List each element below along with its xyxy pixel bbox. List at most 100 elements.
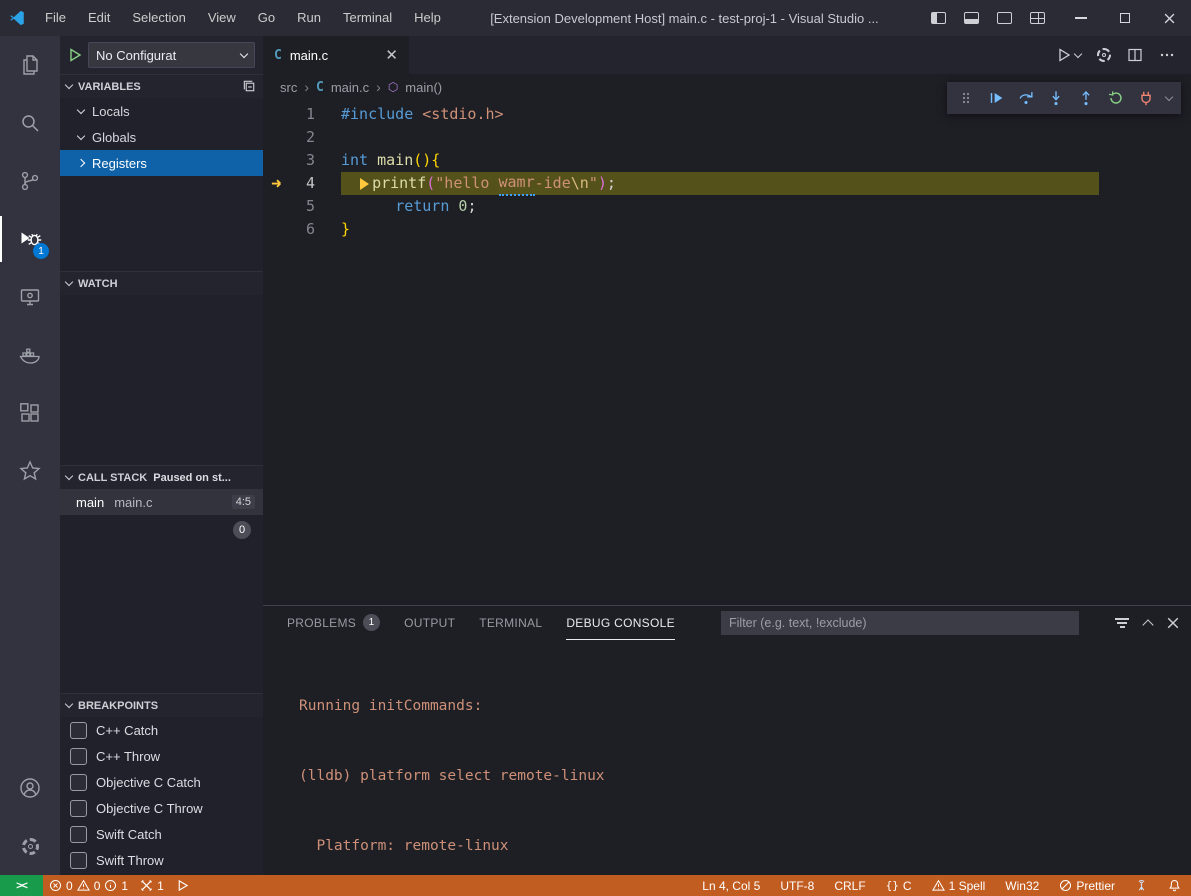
activity-docker[interactable] xyxy=(0,326,60,384)
activity-run-debug[interactable]: 1 xyxy=(0,210,60,268)
debug-sidebar: No Configurat VARIABLES Locals Globals R… xyxy=(60,36,263,875)
chevron-down-icon xyxy=(240,49,248,57)
start-debugging-icon[interactable] xyxy=(68,48,82,62)
target-platform[interactable]: Win32 xyxy=(995,875,1049,896)
breakpoint-item[interactable]: C++ Throw xyxy=(60,743,263,769)
variables-group-locals[interactable]: Locals xyxy=(60,98,263,124)
spell-checker-status[interactable]: 1 Spell xyxy=(922,875,996,896)
collapse-all-icon[interactable] xyxy=(242,79,257,94)
continue-button[interactable] xyxy=(982,85,1009,111)
maximize-button[interactable] xyxy=(1103,0,1147,36)
activity-source-control[interactable] xyxy=(0,152,60,210)
tab-output[interactable]: OUTPUT xyxy=(404,606,455,640)
broadcast-status[interactable] xyxy=(1125,875,1158,896)
breakpoint-checkbox[interactable] xyxy=(70,748,87,765)
breakpoint-item[interactable]: Objective C Catch xyxy=(60,769,263,795)
problems-status[interactable]: 0 0 1 xyxy=(43,875,134,896)
breakpoint-checkbox[interactable] xyxy=(70,852,87,869)
watch-section-header[interactable]: WATCH xyxy=(60,271,263,295)
minimize-button[interactable] xyxy=(1059,0,1103,36)
activity-accounts[interactable] xyxy=(0,759,60,817)
restart-button[interactable] xyxy=(1102,85,1129,111)
activity-search[interactable] xyxy=(0,94,60,152)
code-editor[interactable]: 1 #include <stdio.h> 2 3 int main(){ 4 p… xyxy=(263,100,1191,605)
tab-debug-console[interactable]: DEBUG CONSOLE xyxy=(566,606,675,640)
variables-group-registers[interactable]: Registers xyxy=(60,150,263,176)
close-button[interactable] xyxy=(1147,0,1191,36)
formatter-status[interactable]: Prettier xyxy=(1049,875,1125,896)
menu-view[interactable]: View xyxy=(197,0,247,36)
step-over-button[interactable] xyxy=(1012,85,1039,111)
run-or-debug-button[interactable] xyxy=(1056,47,1081,63)
disconnect-dropdown[interactable] xyxy=(1162,85,1176,111)
menu-terminal[interactable]: Terminal xyxy=(332,0,403,36)
customize-layout-icon[interactable] xyxy=(1030,12,1045,24)
split-editor-icon[interactable] xyxy=(1127,47,1143,63)
menu-edit[interactable]: Edit xyxy=(77,0,121,36)
variables-group-globals[interactable]: Globals xyxy=(60,124,263,150)
activity-remote-explorer[interactable] xyxy=(0,268,60,326)
eol-indicator[interactable]: CRLF xyxy=(824,875,875,896)
tab-terminal[interactable]: TERMINAL xyxy=(479,606,542,640)
breakpoint-checkbox[interactable] xyxy=(70,722,87,739)
breakpoint-margin[interactable] xyxy=(263,149,291,172)
breadcrumb-file[interactable]: main.c xyxy=(331,80,369,95)
variables-section-header[interactable]: VARIABLES xyxy=(60,74,263,98)
step-out-button[interactable] xyxy=(1072,85,1099,111)
code-token: } xyxy=(341,218,350,241)
disconnect-button[interactable] xyxy=(1132,85,1159,111)
encoding-indicator[interactable]: UTF-8 xyxy=(770,875,824,896)
toggle-sidebar-icon[interactable] xyxy=(931,12,946,24)
toggle-panel-icon[interactable] xyxy=(964,12,979,24)
breakpoint-checkbox[interactable] xyxy=(70,826,87,843)
filter-icon[interactable] xyxy=(1115,616,1129,631)
tab-main-c[interactable]: C main.c ✕ xyxy=(263,36,409,74)
call-stack-section-header[interactable]: CALL STACK Paused on st... xyxy=(60,465,263,489)
breakpoint-checkbox[interactable] xyxy=(70,800,87,817)
more-actions-icon[interactable] xyxy=(1159,47,1175,63)
tools-status[interactable]: 1 xyxy=(134,875,170,896)
maximize-panel-icon[interactable] xyxy=(1142,619,1153,630)
panel-header: PROBLEMS 1 OUTPUT TERMINAL DEBUG CONSOLE xyxy=(263,606,1191,640)
breakpoint-item[interactable]: Swift Catch xyxy=(60,821,263,847)
activity-settings[interactable] xyxy=(0,817,60,875)
menu-file[interactable]: File xyxy=(34,0,77,36)
breakpoint-margin[interactable] xyxy=(263,103,291,126)
notifications-status[interactable] xyxy=(1158,875,1191,896)
step-into-button[interactable] xyxy=(1042,85,1069,111)
language-mode[interactable]: {} C xyxy=(876,875,922,896)
close-panel-icon[interactable] xyxy=(1167,617,1179,629)
breakpoints-section-header[interactable]: BREAKPOINTS xyxy=(60,693,263,717)
toggle-secondary-sidebar-icon[interactable] xyxy=(997,12,1012,24)
breakpoint-margin[interactable] xyxy=(263,195,291,218)
debug-configuration-dropdown[interactable]: No Configurat xyxy=(88,42,255,68)
settings-gear-icon[interactable] xyxy=(1097,48,1111,62)
breakpoint-checkbox[interactable] xyxy=(70,774,87,791)
breakpoint-item[interactable]: Swift Throw xyxy=(60,847,263,873)
remote-icon: >< xyxy=(16,880,27,892)
remote-indicator[interactable]: >< xyxy=(0,875,43,896)
activity-explorer[interactable] xyxy=(0,36,60,94)
breakpoint-item[interactable]: C++ Catch xyxy=(60,717,263,743)
tab-close-icon[interactable]: ✕ xyxy=(385,46,398,64)
menu-help[interactable]: Help xyxy=(403,0,452,36)
debug-console-content[interactable]: Running initCommands: (lldb) platform se… xyxy=(263,640,1191,875)
breakpoint-margin[interactable] xyxy=(263,126,291,149)
call-stack-frame[interactable]: main main.c 4:5 xyxy=(60,489,263,515)
breadcrumb-symbol[interactable]: main() xyxy=(405,80,442,95)
debug-status[interactable] xyxy=(170,875,195,896)
menu-run[interactable]: Run xyxy=(286,0,332,36)
breakpoint-margin[interactable] xyxy=(263,218,291,241)
breakpoint-item[interactable]: Objective C Throw xyxy=(60,795,263,821)
tab-problems[interactable]: PROBLEMS 1 xyxy=(287,606,380,640)
breadcrumb-folder[interactable]: src xyxy=(280,80,297,95)
breakpoint-margin[interactable] xyxy=(263,172,291,195)
menu-selection[interactable]: Selection xyxy=(121,0,196,36)
console-filter-input[interactable] xyxy=(721,611,1079,635)
activity-extensions[interactable] xyxy=(0,384,60,442)
cursor-position[interactable]: Ln 4, Col 5 xyxy=(692,875,770,896)
activity-favorites[interactable] xyxy=(0,442,60,500)
menu-go[interactable]: Go xyxy=(247,0,286,36)
tab-label: DEBUG CONSOLE xyxy=(566,616,675,630)
toolbar-drag-handle[interactable] xyxy=(952,85,979,111)
